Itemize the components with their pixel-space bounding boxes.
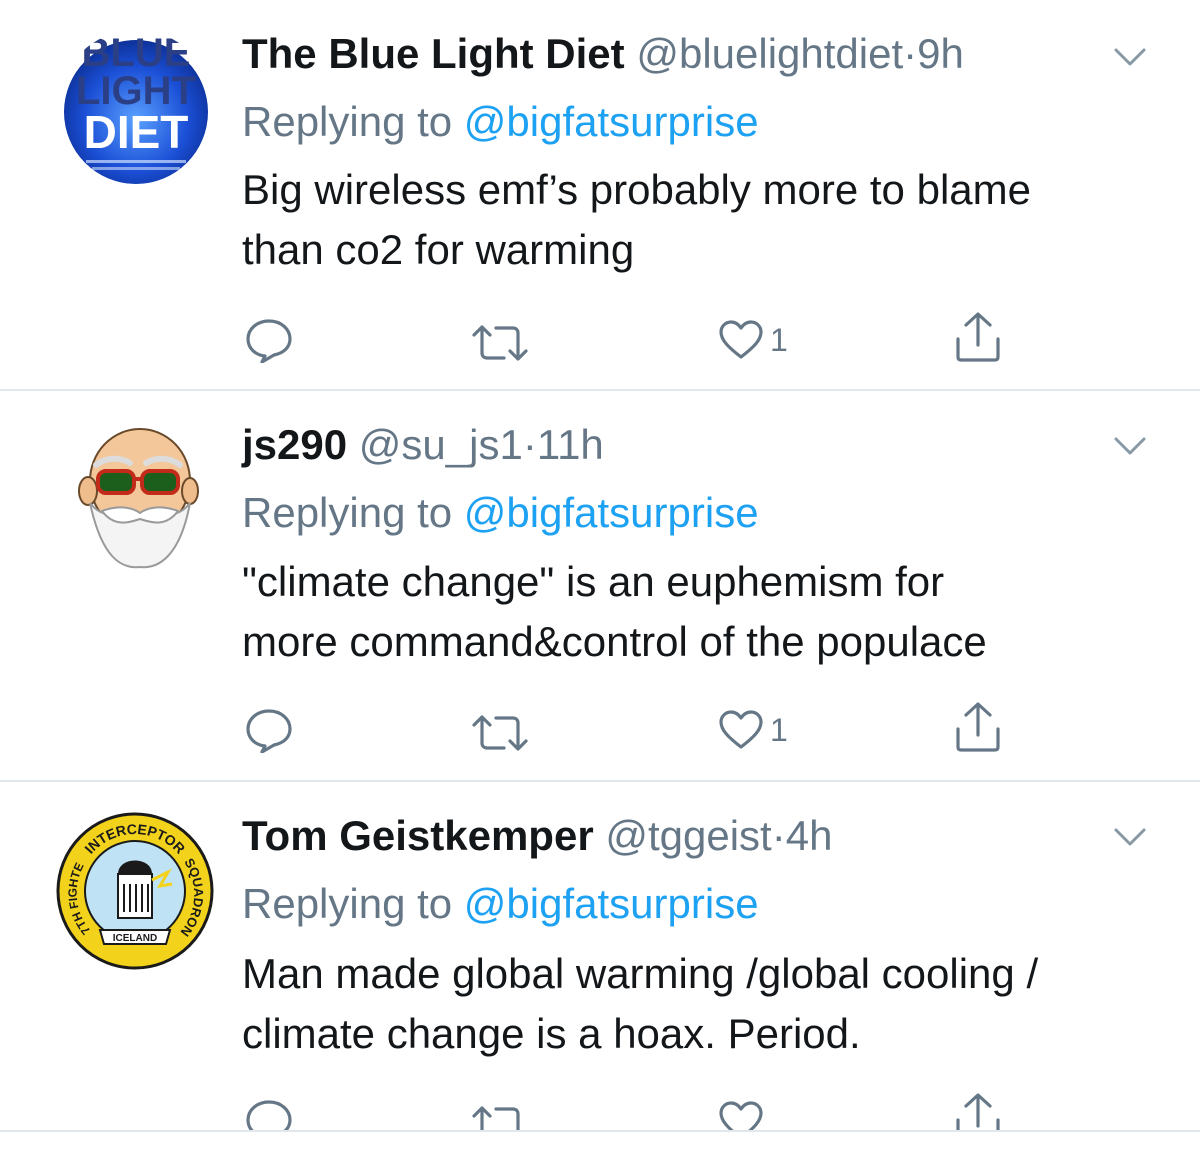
tweet-text-line: climate change is a hoax. Period. <box>242 1010 861 1057</box>
timestamp[interactable]: 9h <box>917 30 964 77</box>
heart-icon <box>719 320 763 359</box>
share-icon <box>956 312 1000 362</box>
replying-handle-link[interactable]: @bigfatsurprise <box>464 489 759 536</box>
replying-to: Replying to @bigfatsurprise <box>242 487 759 539</box>
tweet-3[interactable]: INTERCEPTOR 57TH FIGHTER SQUADRON ICELAN… <box>0 782 1200 1144</box>
heart-icon <box>719 710 763 749</box>
replying-prefix: Replying to <box>242 98 453 145</box>
tweet-text-line: "climate change" is an euphemism for <box>242 558 945 605</box>
tweet-2[interactable]: js290 @su_js1·11h Replying to @bigfatsur… <box>0 391 1200 781</box>
timestamp[interactable]: 11h <box>537 421 604 468</box>
tweet-1[interactable]: BLUE LIGHT DIET The Blue Light Diet @blu… <box>0 0 1200 390</box>
reply-icon <box>246 319 292 363</box>
tweet-text: Man made global warming /global cooling … <box>242 944 1162 1064</box>
avatar-js290[interactable] <box>62 419 212 569</box>
display-name[interactable]: js290 <box>242 421 347 468</box>
squadron-patch-icon: INTERCEPTOR 57TH FIGHTER SQUADRON ICELAN… <box>56 812 214 970</box>
display-name[interactable]: Tom Geistkemper <box>242 812 594 859</box>
share-button[interactable] <box>954 702 1002 752</box>
retweet-icon <box>472 325 528 361</box>
display-name[interactable]: The Blue Light Diet <box>242 30 625 77</box>
tweet-text-line: Big wireless emf’s probably more to blam… <box>242 166 1031 213</box>
bald-man-sunglasses-icon <box>62 419 212 569</box>
separator-dot: · <box>771 812 786 859</box>
like-count: 1 <box>770 711 788 748</box>
reply-button[interactable] <box>244 705 294 755</box>
replying-to: Replying to @bigfatsurprise <box>242 96 759 148</box>
like-count: 1 <box>770 321 788 358</box>
share-button[interactable] <box>954 312 1002 362</box>
replying-to: Replying to @bigfatsurprise <box>242 878 759 930</box>
reply-button[interactable] <box>244 315 294 365</box>
retweet-button[interactable] <box>470 318 530 368</box>
like-button[interactable]: 1 <box>718 315 788 365</box>
blue-light-diet-logo-icon: BLUE LIGHT DIET <box>58 30 214 186</box>
retweet-icon <box>472 715 528 751</box>
patch-text-iceland: ICELAND <box>113 933 157 944</box>
logo-text-diet: DIET <box>84 106 189 158</box>
replying-prefix: Replying to <box>242 880 453 927</box>
tweet-text-line: more command&control of the populace <box>242 618 987 665</box>
avatar-blue-light-diet[interactable]: BLUE LIGHT DIET <box>58 30 214 186</box>
chevron-down-icon[interactable] <box>1110 822 1150 852</box>
retweet-button[interactable] <box>470 708 530 758</box>
replying-prefix: Replying to <box>242 489 453 536</box>
user-handle[interactable]: @tggeist <box>605 812 771 859</box>
like-button[interactable]: 1 <box>718 705 788 755</box>
tweet-text-line: than co2 for warming <box>242 226 635 273</box>
tweet-text: Big wireless emf’s probably more to blam… <box>242 160 1162 280</box>
reply-icon <box>246 709 292 753</box>
user-handle[interactable]: @bluelightdiet <box>636 30 903 77</box>
tweet-text: "climate change" is an euphemism for mor… <box>242 552 1162 672</box>
chevron-down-icon[interactable] <box>1110 42 1150 72</box>
separator-dot: · <box>522 421 537 468</box>
replying-handle-link[interactable]: @bigfatsurprise <box>464 880 759 927</box>
tweet-header: Tom Geistkemper @tggeist·4h <box>242 810 832 862</box>
chevron-down-icon[interactable] <box>1110 431 1150 461</box>
replying-handle-link[interactable]: @bigfatsurprise <box>464 98 759 145</box>
timestamp[interactable]: 4h <box>786 812 833 859</box>
share-icon <box>956 702 1000 752</box>
avatar-tom-geistkemper[interactable]: INTERCEPTOR 57TH FIGHTER SQUADRON ICELAN… <box>56 812 214 970</box>
separator-dot: · <box>903 30 918 77</box>
tweet-text-line: Man made global warming /global cooling … <box>242 950 1039 997</box>
tweet-header: js290 @su_js1·11h <box>242 419 604 471</box>
tweet-header: The Blue Light Diet @bluelightdiet·9h <box>242 28 964 80</box>
user-handle[interactable]: @su_js1 <box>359 421 523 468</box>
